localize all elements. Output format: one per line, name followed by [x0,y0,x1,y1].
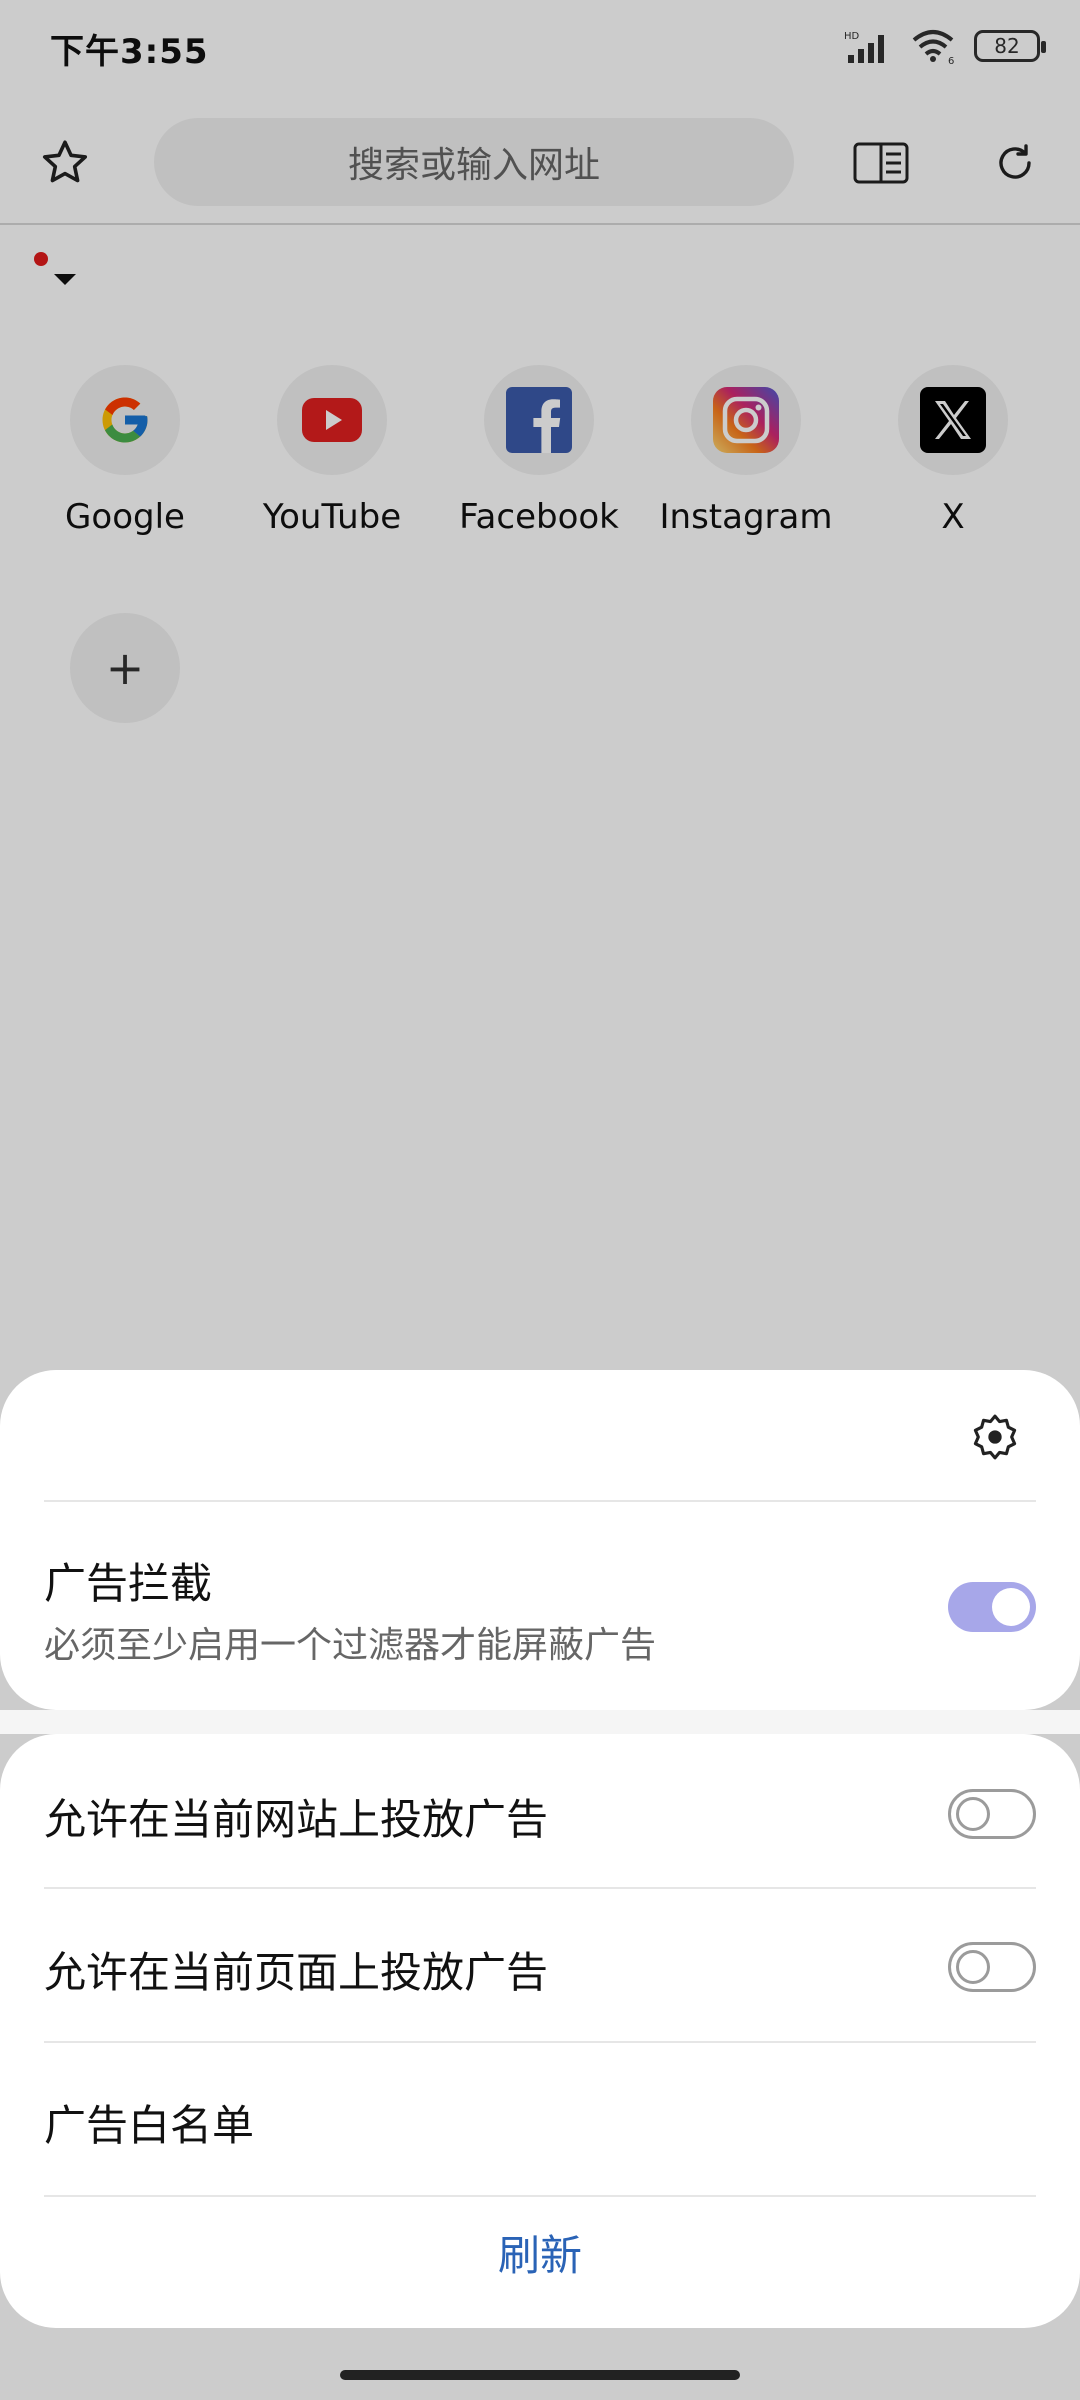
gear-icon [973,1414,1017,1460]
toggle-knob [992,1588,1030,1626]
ad-block-title: 广告拦截 [44,1559,213,1608]
settings-button[interactable] [970,1412,1020,1462]
ad-block-subtitle: 必须至少启用一个过滤器才能屏蔽广告 [44,1625,657,1666]
allow-page-toggle[interactable] [948,1942,1036,1992]
divider [44,2195,1036,2197]
ad-block-sheet: 广告拦截 必须至少启用一个过滤器才能屏蔽广告 [0,1370,1080,1710]
ad-whitelist-item[interactable]: 广告白名单 [44,2092,254,2153]
ad-options-card: 允许在当前网站上投放广告 允许在当前页面上投放广告 广告白名单 刷新 [0,1734,1080,2328]
allow-page-label: 允许在当前页面上投放广告 [44,1948,549,1997]
divider [44,1887,1036,1889]
allow-site-label: 允许在当前网站上投放广告 [44,1795,549,1844]
toggle-knob [956,1950,990,1984]
home-indicator[interactable] [340,2370,740,2380]
refresh-button[interactable]: 刷新 [0,2222,1080,2283]
sheet-separator [0,1710,1080,1734]
allow-site-toggle[interactable] [948,1789,1036,1839]
divider [44,1500,1036,1502]
toggle-knob [956,1797,990,1831]
ad-block-toggle[interactable] [948,1582,1036,1632]
divider [44,2041,1036,2043]
